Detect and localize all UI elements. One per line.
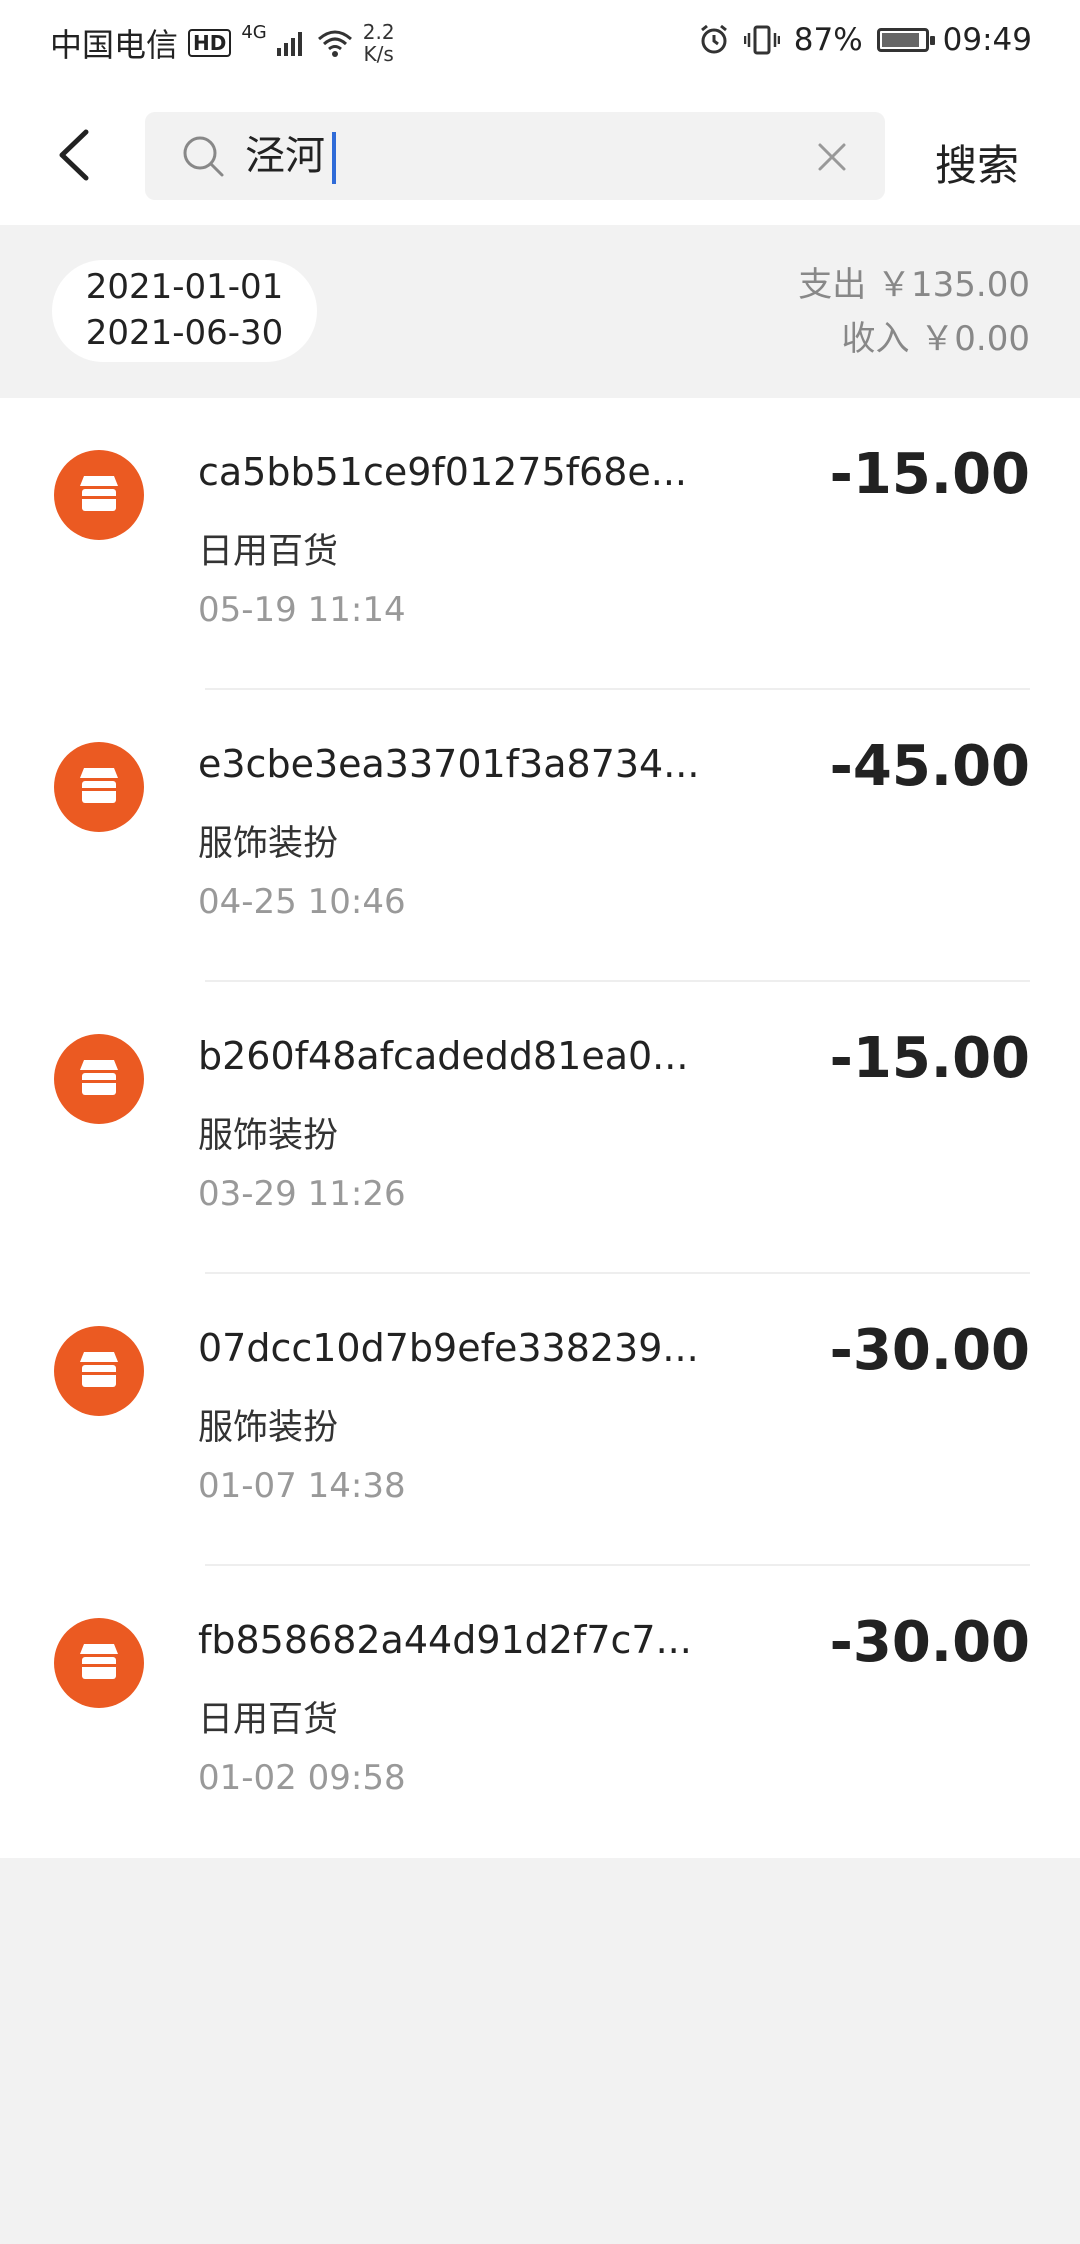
transaction-title: b260f48afcadedd81ea0... [198,1034,689,1078]
battery-level [881,33,919,47]
expense-total: 支出 ￥135.00 [798,265,1030,305]
transaction-category: 日用百货 [198,1700,339,1740]
search-input[interactable]: 泾河 [245,130,325,182]
status-right: 87% 09:49 [698,22,1032,58]
wifi-icon [317,30,352,57]
close-icon[interactable] [817,142,847,172]
search-header: 泾河 搜索 [0,90,1080,225]
signal-icon [276,32,302,56]
store-icon [80,1352,118,1387]
transaction-category: 日用百货 [198,532,339,572]
vibrate-icon [743,25,780,55]
chevron-left-icon [59,129,89,181]
merchant-avatar [54,1618,144,1708]
transaction-title: e3cbe3ea33701f3a8734... [198,742,700,786]
start-date: 2021-01-01 [85,267,284,307]
back-button[interactable] [50,120,110,190]
battery-percent: 87% [793,22,863,58]
transaction-amount: -15.00 [829,442,1030,507]
transaction-amount: -30.00 [829,1318,1030,1383]
transaction-amount: -15.00 [829,1026,1030,1091]
income-total: 收入 ￥0.00 [841,319,1030,359]
transaction-time: 03-29 11:26 [198,1174,406,1214]
summary-bar: 2021-01-01 2021-06-30 支出 ￥135.00 收入 ￥0.0… [0,228,1080,396]
store-icon [80,768,118,803]
store-icon [80,476,118,511]
carrier-label: 中国电信 [50,26,179,64]
search-button[interactable]: 搜索 [935,132,1019,193]
transaction-time: 01-07 14:38 [198,1466,406,1506]
transaction-time: 05-19 11:14 [198,590,406,630]
text-cursor [332,132,336,184]
transaction-time: 01-02 09:58 [198,1758,406,1798]
hd-badge: HD [188,29,232,57]
list-item[interactable]: e3cbe3ea33701f3a8734... 服饰装扮 04-25 10:46… [0,690,1080,982]
network-type: 4G [241,22,267,43]
totals: 支出 ￥135.00 收入 ￥0.00 [798,258,1030,366]
status-bar: 中国电信 HD 4G 2.2 K/s 87% 09:49 [0,0,1080,90]
transaction-time: 04-25 10:46 [198,882,406,922]
transaction-category: 服饰装扮 [198,1408,339,1448]
transaction-title: 07dcc10d7b9efe338239... [198,1326,699,1370]
merchant-avatar [54,1034,144,1124]
date-range-selector[interactable]: 2021-01-01 2021-06-30 [52,260,317,362]
alarm-icon [700,24,727,54]
list-item[interactable]: b260f48afcadedd81ea0... 服饰装扮 03-29 11:26… [0,982,1080,1274]
speed-value: 2.2 [362,20,395,44]
merchant-avatar [54,450,144,540]
list-item[interactable]: ca5bb51ce9f01275f68e... 日用百货 05-19 11:14… [0,398,1080,690]
list-item[interactable]: fb858682a44d91d2f7c7... 日用百货 01-02 09:58… [0,1566,1080,1858]
search-icon [183,136,224,177]
transaction-category: 服饰装扮 [198,824,339,864]
speed-unit: K/s [363,42,394,66]
status-left: 中国电信 HD 4G 2.2 K/s [50,20,395,66]
transaction-title: ca5bb51ce9f01275f68e... [198,450,688,494]
search-field[interactable]: 泾河 [145,112,885,200]
transaction-amount: -30.00 [829,1610,1030,1675]
list-item[interactable]: 07dcc10d7b9efe338239... 服饰装扮 01-07 14:38… [0,1274,1080,1566]
merchant-avatar [54,1326,144,1416]
end-date: 2021-06-30 [85,313,284,353]
transaction-category: 服饰装扮 [198,1116,339,1156]
transaction-list: ca5bb51ce9f01275f68e... 日用百货 05-19 11:14… [0,398,1080,1858]
clock: 09:49 [942,22,1032,58]
battery-icon [876,28,935,52]
merchant-avatar [54,742,144,832]
transaction-amount: -45.00 [829,734,1030,799]
store-icon [80,1644,118,1679]
network-speed: 2.2 K/s [363,21,395,65]
transaction-title: fb858682a44d91d2f7c7... [198,1618,692,1662]
store-icon [80,1060,118,1095]
